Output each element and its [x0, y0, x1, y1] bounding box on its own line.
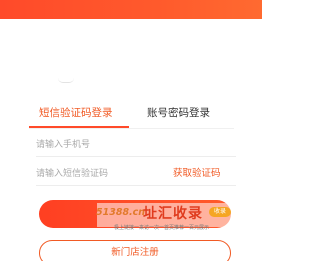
header-band — [0, 0, 262, 19]
code-input-underline — [36, 185, 236, 186]
phone-input-underline — [36, 156, 236, 157]
register-store-button[interactable]: 新门店注册 — [39, 240, 231, 261]
sms-code-input[interactable]: 请输入短信验证码 — [36, 164, 156, 184]
login-screen: 短信验证码登录 账号密码登录 请输入手机号 请输入短信验证码 获取验证码 513… — [0, 0, 262, 261]
login-button[interactable] — [39, 200, 231, 228]
phone-input[interactable]: 请输入手机号 — [36, 135, 226, 155]
logo-placeholder — [58, 78, 74, 83]
tab-password-login[interactable]: 账号密码登录 — [147, 103, 210, 123]
tab-sms-login[interactable]: 短信验证码登录 — [39, 103, 113, 123]
get-code-button[interactable]: 获取验证码 — [173, 164, 221, 184]
tabs-divider — [29, 128, 234, 129]
